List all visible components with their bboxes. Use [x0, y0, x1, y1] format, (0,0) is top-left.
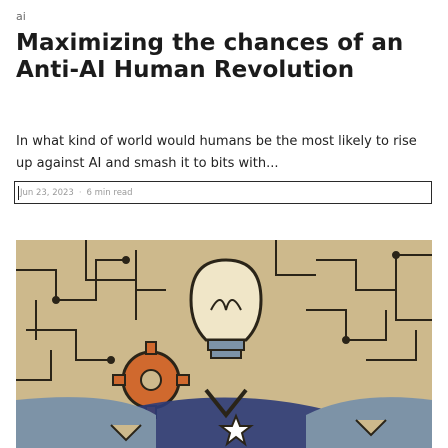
- post-title[interactable]: Maximizing the chances of an Anti-AI Hum…: [16, 30, 436, 84]
- category-tag[interactable]: ai: [16, 10, 26, 23]
- meta-separator: ·: [78, 187, 82, 198]
- text-cursor: [18, 185, 19, 200]
- post-cover-image[interactable]: [16, 240, 432, 448]
- read-time: 6 min read: [86, 187, 133, 198]
- post-meta[interactable]: Jun 23, 2023 · 6 min read: [14, 181, 432, 204]
- post-excerpt: In what kind of world would humans be th…: [16, 134, 417, 171]
- post-date: Jun 23, 2023: [20, 187, 74, 198]
